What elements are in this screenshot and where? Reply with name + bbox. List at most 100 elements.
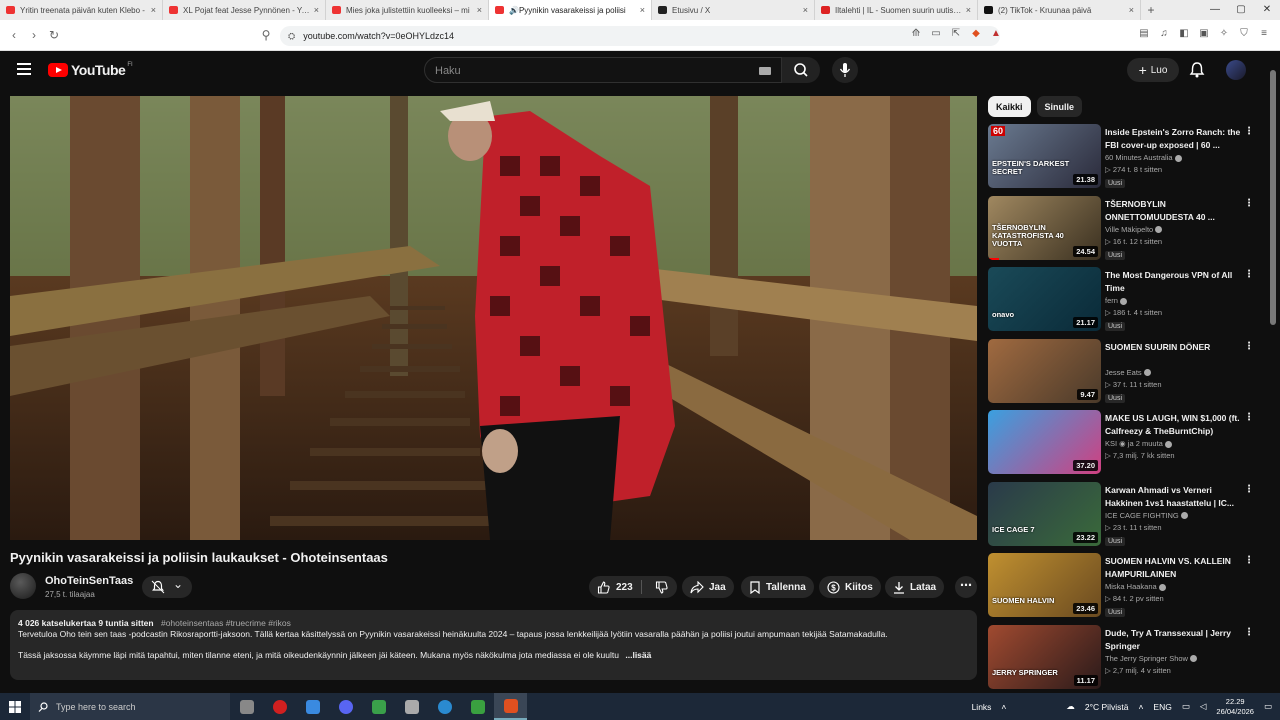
recommended-title[interactable]: SUOMEN SUURIN DÖNER — [1105, 341, 1243, 354]
recommended-title[interactable]: SUOMEN HALVIN VS. KALLEIN HAMPURILAINEN — [1105, 555, 1243, 581]
menu-icon[interactable] — [17, 63, 31, 75]
recommended-channel[interactable]: KSI ◉ ja 2 muuta — [1105, 439, 1163, 448]
chip-for-you[interactable]: Sinulle — [1036, 96, 1083, 117]
more-options-icon[interactable]: ⋮ — [1244, 126, 1254, 137]
taskbar-app[interactable] — [395, 693, 428, 720]
video-thumbnail[interactable]: EPSTEIN'S DARKEST SECRET 60 21.38 — [988, 124, 1101, 188]
recommended-video[interactable]: SUOMEN HALVIN 23.46 SUOMEN HALVIN VS. KALL… — [988, 553, 1268, 617]
audio-playing-icon[interactable]: 🔊 — [509, 6, 519, 15]
video-thumbnail[interactable]: onavo 21.17 — [988, 267, 1101, 331]
taskbar-app[interactable] — [428, 693, 461, 720]
tray-overflow-icon[interactable]: ˄ — [1138, 702, 1143, 712]
browser-tab[interactable]: Mies joka julistettiin kuolleeksi – mi × — [326, 0, 489, 20]
links-toolbar[interactable]: Links — [972, 702, 992, 712]
recommended-title[interactable]: The Most Dangerous VPN of All Time — [1105, 269, 1243, 295]
chevron-up-icon[interactable]: ˄ — [1001, 702, 1006, 712]
keyboard-icon[interactable] — [759, 67, 771, 75]
recommended-video[interactable]: 37.20 MAKE US LAUGH, WIN $1,000 (ft. Calf… — [988, 410, 1268, 474]
language-indicator[interactable]: ENG — [1153, 702, 1171, 712]
scrollbar-thumb[interactable] — [1270, 70, 1276, 325]
recommended-video[interactable]: onavo 21.17 The Most Dangerous VPN of All … — [988, 267, 1268, 331]
more-options-icon[interactable]: ⋮ — [1244, 269, 1254, 280]
recommended-video[interactable]: 9.47 SUOMEN SUURIN DÖNER Jesse Eats ▷ 37 t.… — [988, 338, 1268, 403]
recommended-channel[interactable]: Ville Mäkipelto — [1105, 225, 1153, 234]
taskbar-app[interactable] — [329, 693, 362, 720]
taskbar-app[interactable] — [296, 693, 329, 720]
recommended-channel[interactable]: The Jerry Springer Show — [1105, 654, 1188, 663]
notifications-icon[interactable] — [1188, 61, 1206, 79]
forward-icon[interactable]: › — [24, 28, 44, 42]
recommended-channel[interactable]: 60 Minutes Australia — [1105, 153, 1173, 162]
thanks-button[interactable]: $ Kiitos — [819, 576, 881, 598]
video-player[interactable] — [10, 96, 977, 540]
recommended-channel[interactable]: fern — [1105, 296, 1118, 305]
taskbar-app[interactable] — [263, 693, 296, 720]
page-scrollbar[interactable] — [1270, 60, 1276, 690]
more-options-icon[interactable]: ⋮ — [1244, 341, 1254, 352]
media-icon[interactable]: ♫ — [1158, 28, 1170, 40]
recommended-video[interactable]: JERRY SPRINGER 11.17 Dude, Try A Transsexu… — [988, 624, 1268, 689]
tab-close-icon[interactable]: × — [151, 5, 156, 15]
voice-search-button[interactable] — [832, 57, 858, 83]
recommended-title[interactable]: TŠERNOBYLIN ONNETTOMUUDESTA 40 ... — [1105, 198, 1243, 224]
sidebar-icon[interactable]: ◧ — [1178, 28, 1190, 40]
cast-icon[interactable]: ▭ — [930, 28, 942, 40]
minimize-button[interactable]: — — [1202, 0, 1228, 20]
taskbar-app[interactable] — [230, 693, 263, 720]
browser-tab[interactable]: Etusivu / X × — [652, 0, 815, 20]
tab-close-icon[interactable]: × — [314, 5, 319, 15]
weather-text[interactable]: 2°C Pilvistä — [1085, 702, 1129, 712]
browser-menu-icon[interactable]: ≡ — [1258, 28, 1270, 40]
tab-close-icon[interactable]: × — [640, 5, 645, 15]
browser-tab[interactable]: (2) TikTok - Kruunaa päivä × — [978, 0, 1141, 20]
channel-avatar[interactable] — [10, 573, 36, 599]
recommended-title[interactable]: Karwan Ahmadi vs Verneri Hakkinen 1vs1 h… — [1105, 484, 1243, 510]
reload-icon[interactable]: ↻ — [44, 28, 64, 42]
vpn-icon[interactable]: ⛉ — [1238, 28, 1250, 40]
tab-close-icon[interactable]: × — [966, 5, 971, 15]
like-button[interactable]: 223 — [589, 580, 642, 594]
more-options-icon[interactable]: ⋮ — [1244, 627, 1254, 638]
taskbar-app[interactable] — [494, 693, 527, 720]
translate-icon[interactable]: ⟰ — [910, 28, 922, 40]
description-box[interactable]: 4 026 katselukertaa 9 tuntia sitten #oho… — [10, 610, 977, 680]
close-window-button[interactable]: ✕ — [1254, 0, 1280, 20]
browser-tab[interactable]: 🔊 Pyynikin vasarakeissi ja poliisi × — [489, 0, 652, 20]
browser-tab[interactable]: Yritin treenata päivän kuten Klebo - × — [0, 0, 163, 20]
video-thumbnail[interactable]: JERRY SPRINGER 11.17 — [988, 624, 1101, 689]
video-thumbnail[interactable]: ICE CAGE 7 23.22 — [988, 481, 1101, 546]
chip-all[interactable]: Kaikki — [988, 96, 1031, 117]
video-thumbnail[interactable]: SUOMEN HALVIN 23.46 — [988, 553, 1101, 617]
youtube-logo[interactable]: YouTube FI — [48, 62, 133, 78]
more-options-icon[interactable]: ⋮ — [1244, 412, 1254, 423]
download-button[interactable]: Lataa — [885, 576, 945, 598]
taskbar-search-input[interactable]: Type here to search — [30, 693, 230, 720]
show-more-link[interactable]: ...lisää — [625, 650, 651, 660]
search-input[interactable]: Haku — [424, 57, 782, 83]
url-field[interactable]: ⛭ youtube.com/watch?v=0eOHYLdzc14 — [280, 26, 1000, 46]
create-button[interactable]: + Luo — [1127, 58, 1179, 82]
site-info-icon[interactable]: ⛭ — [288, 31, 295, 42]
more-options-icon[interactable]: ⋮ — [1244, 198, 1254, 209]
recommended-video[interactable]: EPSTEIN'S DARKEST SECRET 60 21.38 Inside Ep… — [988, 124, 1268, 188]
video-thumbnail[interactable]: TŠERNOBYLIN KATASTROFISTA 40 VUOTTA 24.54 — [988, 195, 1101, 260]
more-actions-button[interactable]: ⋯ — [955, 576, 977, 598]
video-thumbnail[interactable]: 37.20 — [988, 410, 1101, 474]
notification-center-icon[interactable]: ▭ — [1264, 701, 1272, 712]
brave-shield-icon[interactable]: ◆ — [970, 28, 982, 40]
subscription-bell-button[interactable]: ⌄ — [142, 576, 192, 598]
recommended-video[interactable]: ICE CAGE 7 23.22 Karwan Ahmadi vs Verneri … — [988, 481, 1268, 546]
browser-tab[interactable]: XL Pojat feat Jesse Pynnönen - You × — [163, 0, 326, 20]
network-icon[interactable]: ▭ — [1182, 701, 1190, 712]
start-button[interactable] — [0, 693, 30, 720]
recommended-channel[interactable]: Miska Haakana — [1105, 582, 1157, 591]
taskbar-app[interactable] — [461, 693, 494, 720]
maximize-button[interactable]: ▢ — [1228, 0, 1254, 20]
more-options-icon[interactable]: ⋮ — [1244, 484, 1254, 495]
share-button[interactable]: Jaa — [682, 576, 734, 598]
taskbar-app[interactable] — [362, 693, 395, 720]
recommended-video[interactable]: TŠERNOBYLIN KATASTROFISTA 40 VUOTTA 24.54… — [988, 195, 1268, 260]
bookmark-icon[interactable]: ⚲ — [256, 28, 276, 42]
recommended-channel[interactable]: Jesse Eats — [1105, 368, 1142, 377]
tab-close-icon[interactable]: × — [477, 5, 482, 15]
